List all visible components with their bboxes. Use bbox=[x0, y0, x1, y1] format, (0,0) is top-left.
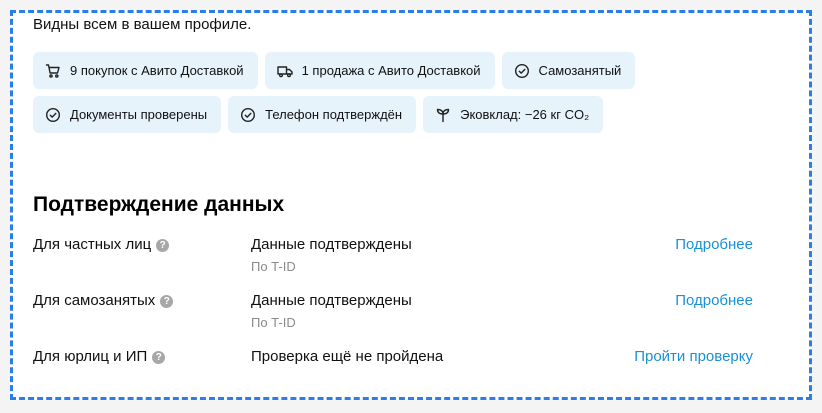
badge-label: Самозанятый bbox=[538, 63, 622, 78]
badges-list: 9 покупок с Авито Доставкой 1 продажа с … bbox=[33, 52, 793, 140]
badge-label: Эковклад: −26 кг CO₂ bbox=[460, 107, 590, 122]
badge-label: Документы проверены bbox=[70, 107, 208, 122]
badge-label: 9 покупок с Авито Доставкой bbox=[70, 63, 244, 78]
details-link[interactable]: Подробнее bbox=[675, 236, 753, 253]
verification-row-individuals: Для частных лиц ? Данные подтверждены По… bbox=[33, 236, 753, 280]
section-title: Подтверждение данных bbox=[33, 193, 285, 216]
visibility-note: Видны всем в вашем профиле. bbox=[33, 16, 252, 33]
row-method: По T-ID bbox=[251, 259, 296, 274]
row-label: Для частных лиц ? bbox=[33, 236, 170, 253]
row-label: Для самозанятых ? bbox=[33, 292, 174, 309]
truck-icon bbox=[276, 63, 293, 79]
badges-row-1: 9 покупок с Авито Доставкой 1 продажа с … bbox=[33, 52, 793, 89]
row-method: По T-ID bbox=[251, 315, 296, 330]
check-circle-icon bbox=[514, 63, 530, 79]
badge-self-employed[interactable]: Самозанятый bbox=[501, 52, 636, 89]
row-label: Для юрлиц и ИП ? bbox=[33, 348, 166, 365]
badge-label: Телефон подтверждён bbox=[265, 107, 403, 122]
row-status: Данные подтверждены bbox=[251, 236, 412, 253]
row-label-text: Для самозанятых bbox=[33, 292, 156, 309]
badges-row-2: Документы проверены Телефон подтверждён bbox=[33, 96, 793, 133]
verification-row-legal-entities: Для юрлиц и ИП ? Проверка ещё не пройден… bbox=[33, 348, 753, 392]
help-icon[interactable]: ? bbox=[160, 295, 174, 308]
help-icon[interactable]: ? bbox=[156, 239, 170, 252]
badge-eco[interactable]: Эковклад: −26 кг CO₂ bbox=[423, 96, 604, 133]
verification-row-self-employed: Для самозанятых ? Данные подтверждены По… bbox=[33, 292, 753, 336]
details-link[interactable]: Подробнее bbox=[675, 292, 753, 309]
row-label-text: Для юрлиц и ИП bbox=[33, 348, 148, 365]
row-label-text: Для частных лиц bbox=[33, 236, 152, 253]
check-circle-icon bbox=[45, 107, 61, 123]
help-icon[interactable]: ? bbox=[152, 351, 166, 364]
cart-icon bbox=[45, 63, 61, 79]
badge-phone[interactable]: Телефон подтверждён bbox=[228, 96, 417, 133]
row-status: Проверка ещё не пройдена bbox=[251, 348, 444, 365]
badge-documents[interactable]: Документы проверены bbox=[33, 96, 222, 133]
profile-badges-panel: Видны всем в вашем профиле. 9 покупок с … bbox=[10, 10, 812, 400]
row-status: Данные подтверждены bbox=[251, 292, 412, 309]
start-verification-link[interactable]: Пройти проверку bbox=[634, 348, 753, 365]
sprout-icon bbox=[435, 107, 451, 123]
check-circle-icon bbox=[240, 107, 256, 123]
badge-purchases[interactable]: 9 покупок с Авито Доставкой bbox=[33, 52, 258, 89]
badge-label: 1 продажа с Авито Доставкой bbox=[301, 63, 481, 78]
badge-sales[interactable]: 1 продажа с Авито Доставкой bbox=[264, 52, 495, 89]
